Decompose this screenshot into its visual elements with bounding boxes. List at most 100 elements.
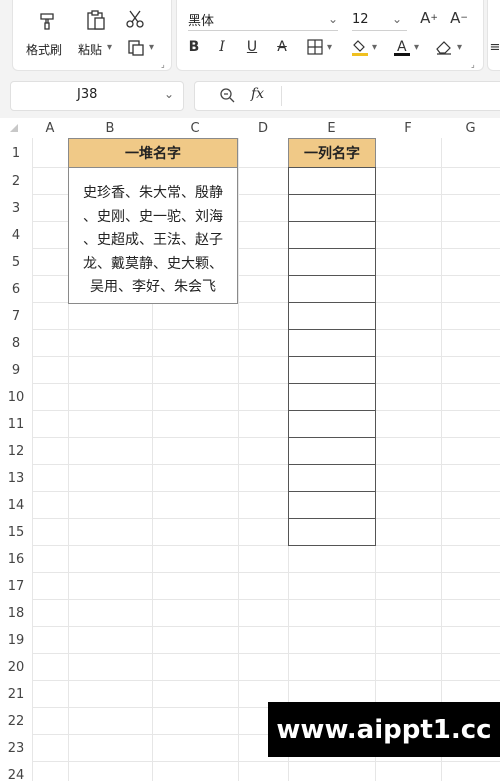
column-header-c[interactable]: C — [152, 118, 238, 138]
column-header-f[interactable]: F — [375, 118, 441, 138]
format-painter-label[interactable]: 格式刷 — [26, 41, 62, 58]
strikethrough-icon[interactable]: A — [274, 38, 290, 56]
cut-icon[interactable] — [124, 8, 146, 30]
gridline — [32, 572, 500, 573]
font-color-icon[interactable]: A — [392, 36, 412, 58]
watermark: www.aippt1.cc — [268, 702, 500, 757]
row-header[interactable]: 3 — [0, 195, 32, 222]
row-header[interactable]: 11 — [0, 411, 32, 438]
borders-icon[interactable] — [306, 38, 324, 56]
row-header[interactable]: 6 — [0, 276, 32, 303]
bold-icon[interactable]: B — [186, 38, 202, 56]
row-header[interactable]: 19 — [0, 627, 32, 654]
copy-icon[interactable] — [126, 38, 146, 58]
cell-e-empty[interactable] — [288, 248, 376, 276]
spreadsheet-grid[interactable]: A B C D E F G 1 2 3 4 5 6 7 8 9 10 11 12 13 14 15 16 17 1… — [0, 118, 500, 781]
formula-bar[interactable]: fx — [194, 81, 500, 111]
cell-e-empty[interactable] — [288, 194, 376, 222]
cell-e-empty[interactable] — [288, 518, 376, 546]
fx-icon[interactable]: fx — [251, 86, 264, 102]
row-header[interactable]: 14 — [0, 492, 32, 519]
gridline — [32, 518, 500, 519]
cell-e-empty[interactable] — [288, 302, 376, 330]
clear-format-chevron-icon[interactable]: ▾ — [457, 42, 462, 53]
row-header[interactable]: 17 — [0, 573, 32, 600]
gridline — [32, 383, 500, 384]
clear-format-icon[interactable] — [434, 38, 454, 56]
column-header-b[interactable]: B — [68, 118, 152, 138]
row-header[interactable]: 1 — [0, 138, 32, 168]
row-header[interactable]: 20 — [0, 654, 32, 681]
gridline — [32, 599, 500, 600]
names-line: 吴用、李好、朱会飞 — [90, 279, 216, 295]
copy-chevron-icon[interactable]: ▾ — [149, 42, 154, 53]
cell-e-empty[interactable] — [288, 491, 376, 519]
cell-e-empty[interactable] — [288, 383, 376, 411]
italic-icon[interactable]: I — [214, 38, 230, 56]
column-header-d[interactable]: D — [238, 118, 288, 138]
gridline — [32, 626, 500, 627]
fill-color-chevron-icon[interactable]: ▾ — [372, 42, 377, 53]
row-header[interactable]: 24 — [0, 762, 32, 781]
select-all-corner[interactable] — [10, 124, 18, 132]
font-name-select[interactable]: 黑体 — [188, 8, 338, 31]
names-line: 、史超成、王法、赵子 — [83, 232, 223, 248]
gridline — [32, 329, 500, 330]
font-color-chevron-icon[interactable]: ▾ — [414, 42, 419, 53]
ribbon: 格式刷 粘贴 ▾ ▾ ⌟ 黑体 ⌄ 12 ⌄ A + A − B I U A ▾ ▾… — [0, 0, 500, 74]
cell-e-empty[interactable] — [288, 167, 376, 195]
row-header[interactable]: 21 — [0, 681, 32, 708]
grow-font-icon[interactable]: A + — [418, 8, 440, 28]
font-expand-icon[interactable]: ⌟ — [471, 60, 475, 69]
name-box[interactable]: J38 ⌄ — [10, 81, 184, 111]
cell-e-empty[interactable] — [288, 410, 376, 438]
row-header[interactable]: 15 — [0, 519, 32, 546]
next-group-icon[interactable]: ≡ — [490, 38, 500, 56]
next-group — [487, 0, 500, 71]
column-header-a[interactable]: A — [32, 118, 68, 138]
cell-e-empty[interactable] — [288, 221, 376, 249]
row-header[interactable]: 16 — [0, 546, 32, 573]
cell-e-empty[interactable] — [288, 329, 376, 357]
row-header[interactable]: 12 — [0, 438, 32, 465]
row-header[interactable]: 18 — [0, 600, 32, 627]
row-header[interactable]: 10 — [0, 384, 32, 411]
column-header-g[interactable]: G — [441, 118, 500, 138]
gridline — [32, 356, 500, 357]
cell-e-empty[interactable] — [288, 464, 376, 492]
gridline — [32, 410, 500, 411]
row-header[interactable]: 4 — [0, 222, 32, 249]
cell-b2-names[interactable]: 史珍香、朱大常、殷静 、史刚、史一驼、刘海 、史超成、王法、赵子 龙、戴莫静、史… — [68, 167, 238, 304]
column-header-e[interactable]: E — [288, 118, 375, 138]
font-name-chevron-icon[interactable]: ⌄ — [328, 12, 338, 26]
name-box-value: J38 — [77, 87, 98, 102]
borders-chevron-icon[interactable]: ▾ — [327, 42, 332, 53]
cell-e-empty[interactable] — [288, 356, 376, 384]
gridline — [441, 138, 442, 781]
row-header[interactable]: 22 — [0, 708, 32, 735]
paste-label[interactable]: 粘贴 — [78, 41, 102, 58]
format-painter-icon[interactable] — [36, 10, 58, 32]
row-header[interactable]: 13 — [0, 465, 32, 492]
row-header[interactable]: 23 — [0, 735, 32, 762]
cell-e-empty[interactable] — [288, 437, 376, 465]
row-header[interactable]: 2 — [0, 168, 32, 195]
paste-chevron-icon[interactable]: ▾ — [107, 42, 112, 53]
cell-e-empty[interactable] — [288, 275, 376, 303]
gridline — [32, 138, 33, 781]
cell-e1-header[interactable]: 一列名字 — [288, 138, 376, 168]
name-box-chevron-icon[interactable]: ⌄ — [164, 87, 174, 101]
shrink-font-icon[interactable]: A − — [448, 8, 470, 28]
names-line: 史珍香、朱大常、殷静 — [83, 185, 223, 201]
underline-icon[interactable]: U — [244, 38, 260, 56]
zoom-icon[interactable] — [219, 87, 235, 107]
cell-b1-header[interactable]: 一堆名字 — [68, 138, 238, 168]
row-header[interactable]: 9 — [0, 357, 32, 384]
font-size-chevron-icon[interactable]: ⌄ — [392, 12, 402, 26]
fill-color-icon[interactable] — [350, 36, 370, 58]
paste-icon[interactable] — [84, 8, 108, 32]
clipboard-expand-icon[interactable]: ⌟ — [161, 60, 165, 69]
row-header[interactable]: 8 — [0, 330, 32, 357]
row-header[interactable]: 7 — [0, 303, 32, 330]
row-header[interactable]: 5 — [0, 249, 32, 276]
